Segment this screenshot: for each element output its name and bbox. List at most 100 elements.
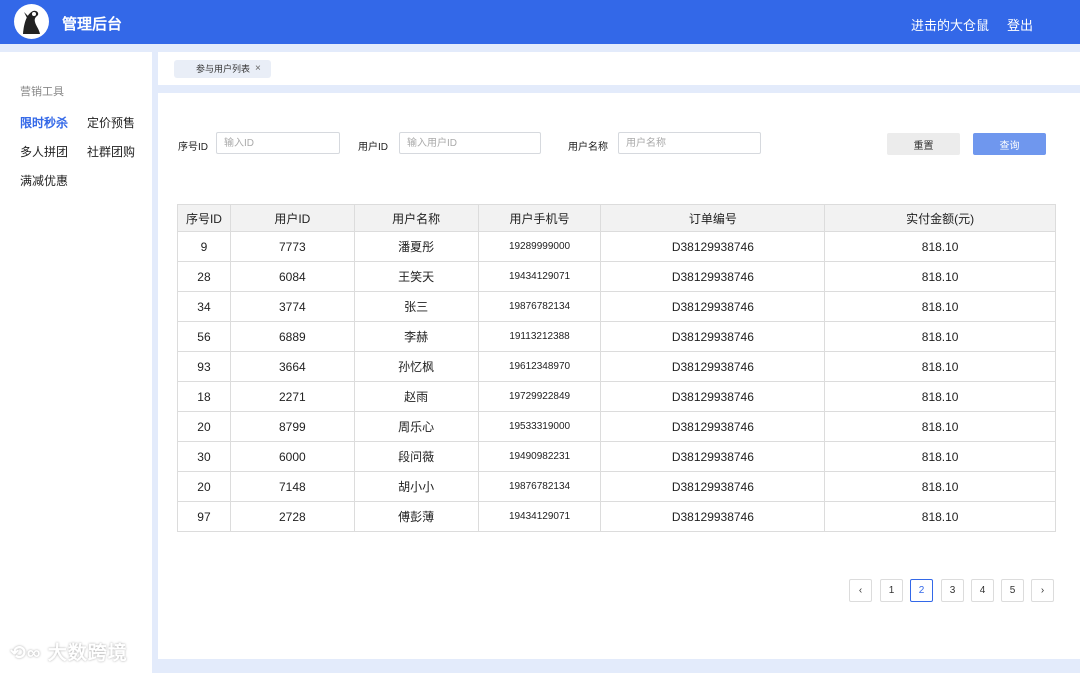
logout-button[interactable]: 登出: [1007, 15, 1033, 34]
reset-button[interactable]: 重置: [887, 133, 960, 155]
user-name[interactable]: 进击的大仓鼠: [911, 15, 989, 34]
user-name-cell: 赵雨: [353, 381, 479, 412]
phone-cell: 19729922849: [477, 381, 602, 412]
table-row[interactable]: 20 7148 胡小小 19876782134 D38129938746 818.10: [177, 471, 1056, 502]
amount-cell: 818.10: [824, 321, 1056, 352]
user-name-cell: 周乐心: [353, 411, 479, 442]
user-name-cell: 李赫: [353, 321, 479, 352]
order-no-cell: D38129938746: [600, 261, 826, 292]
seq-id-label: 序号ID: [178, 142, 208, 153]
sidebar-heading: 营销工具: [20, 86, 64, 98]
sidebar-item-flash-sale[interactable]: 限时秒杀: [20, 114, 68, 131]
seq-id-cell: 93: [177, 351, 231, 382]
sidebar-item-group-buy[interactable]: 多人拼团: [20, 143, 68, 160]
order-no-cell: D38129938746: [600, 411, 826, 442]
user-name-cell: 胡小小: [353, 471, 479, 502]
user-id-cell: 7773: [229, 231, 355, 262]
seq-id-cell: 30: [177, 441, 231, 472]
sidebar-item-community-buy[interactable]: 社群团购: [87, 143, 135, 160]
user-id-cell: 6000: [229, 441, 355, 472]
top-header: 管理后台 进击的大仓鼠 登出: [0, 0, 1080, 44]
user-name-cell: 潘夏彤: [353, 231, 479, 262]
query-button[interactable]: 查询: [973, 133, 1046, 155]
main-panel: 序号ID 用户ID 用户名称 重置 查询 序号ID 用户ID 用户名称 用户手机…: [158, 93, 1080, 659]
watermark-text: 大数跨境: [47, 643, 128, 664]
column-header[interactable]: 订单编号: [600, 204, 826, 232]
user-id-input[interactable]: [399, 132, 541, 154]
order-no-cell: D38129938746: [600, 321, 826, 352]
phone-cell: 19113212388: [477, 321, 602, 352]
participant-table: 序号ID 用户ID 用户名称 用户手机号 订单编号 实付金额(元) 9 7773 潘…: [177, 204, 1056, 532]
order-no-cell: D38129938746: [600, 231, 826, 262]
table-body: 9 7773 潘夏彤 19289999000 D38129938746 818.10 28 6…: [177, 231, 1056, 532]
table-row[interactable]: 9 7773 潘夏彤 19289999000 D38129938746 818.10: [177, 231, 1056, 262]
phone-cell: 19533319000: [477, 411, 602, 442]
tab-participant-list[interactable]: 参与用户列表 ×: [174, 60, 271, 78]
phone-cell: 19490982231: [477, 441, 602, 472]
sidebar: 营销工具 限时秒杀 定价预售 多人拼团 社群团购 满减优惠: [0, 52, 152, 673]
table-row[interactable]: 20 8799 周乐心 19533319000 D38129938746 818.10: [177, 411, 1056, 442]
column-header[interactable]: 实付金额(元): [824, 204, 1056, 232]
amount-cell: 818.10: [824, 441, 1056, 472]
seq-id-cell: 9: [177, 231, 231, 262]
table-row[interactable]: 97 2728 傅彭薄 19434129071 D38129938746 818.10: [177, 501, 1056, 532]
logo-avatar-icon[interactable]: [14, 4, 49, 39]
table-row[interactable]: 93 3664 孙忆枫 19612348970 D38129938746 818.10: [177, 351, 1056, 382]
table-row[interactable]: 18 2271 赵雨 19729922849 D38129938746 818.10: [177, 381, 1056, 412]
phone-cell: 19434129071: [477, 261, 602, 292]
seq-id-cell: 20: [177, 471, 231, 502]
amount-cell: 818.10: [824, 381, 1056, 412]
table-row[interactable]: 28 6084 王笑天 19434129071 D38129938746 818.10: [177, 261, 1056, 292]
amount-cell: 818.10: [824, 351, 1056, 382]
user-id-cell: 2728: [229, 501, 355, 532]
page-button-3[interactable]: 3: [941, 579, 964, 602]
close-icon[interactable]: ×: [255, 60, 261, 78]
column-header[interactable]: 序号ID: [177, 204, 231, 232]
amount-cell: 818.10: [824, 411, 1056, 442]
user-name-cell: 傅彭薄: [353, 501, 479, 532]
seq-id-cell: 97: [177, 501, 231, 532]
bottom-strip: [158, 659, 1080, 673]
order-no-cell: D38129938746: [600, 441, 826, 472]
seq-id-cell: 20: [177, 411, 231, 442]
table-row[interactable]: 34 3774 张三 19876782134 D38129938746 818.10: [177, 291, 1056, 322]
amount-cell: 818.10: [824, 291, 1056, 322]
page-button-4[interactable]: 4: [971, 579, 994, 602]
order-no-cell: D38129938746: [600, 381, 826, 412]
user-id-cell: 3664: [229, 351, 355, 382]
prev-page-button[interactable]: ‹: [849, 579, 872, 602]
tab-label: 参与用户列表: [196, 64, 251, 74]
user-name-input[interactable]: [618, 132, 761, 154]
seq-id-input[interactable]: [216, 132, 340, 154]
column-header[interactable]: 用户ID: [229, 204, 355, 232]
seq-id-cell: 18: [177, 381, 231, 412]
table-row[interactable]: 56 6889 李赫 19113212388 D38129938746 818.10: [177, 321, 1056, 352]
tab-bar: 参与用户列表 ×: [158, 52, 1080, 85]
next-page-button[interactable]: ›: [1031, 579, 1054, 602]
amount-cell: 818.10: [824, 261, 1056, 292]
user-id-cell: 8799: [229, 411, 355, 442]
seq-id-cell: 28: [177, 261, 231, 292]
user-name-cell: 段问薇: [353, 441, 479, 472]
order-no-cell: D38129938746: [600, 291, 826, 322]
order-no-cell: D38129938746: [600, 501, 826, 532]
column-header[interactable]: 用户名称: [353, 204, 479, 232]
table-row[interactable]: 30 6000 段问薇 19490982231 D38129938746 818.10: [177, 441, 1056, 472]
sidebar-item-discount[interactable]: 满减优惠: [20, 172, 68, 189]
page-button-1[interactable]: 1: [880, 579, 903, 602]
page-button-5[interactable]: 5: [1001, 579, 1024, 602]
sidebar-item-presale[interactable]: 定价预售: [87, 114, 135, 131]
user-id-cell: 6084: [229, 261, 355, 292]
user-id-label: 用户ID: [358, 142, 388, 153]
amount-cell: 818.10: [824, 231, 1056, 262]
order-no-cell: D38129938746: [600, 351, 826, 382]
user-id-cell: 2271: [229, 381, 355, 412]
page-button-2[interactable]: 2: [910, 579, 933, 602]
phone-cell: 19612348970: [477, 351, 602, 382]
column-header[interactable]: 用户手机号: [477, 204, 602, 232]
user-id-cell: 7148: [229, 471, 355, 502]
user-name-cell: 王笑天: [353, 261, 479, 292]
amount-cell: 818.10: [824, 471, 1056, 502]
seq-id-cell: 56: [177, 321, 231, 352]
order-no-cell: D38129938746: [600, 471, 826, 502]
